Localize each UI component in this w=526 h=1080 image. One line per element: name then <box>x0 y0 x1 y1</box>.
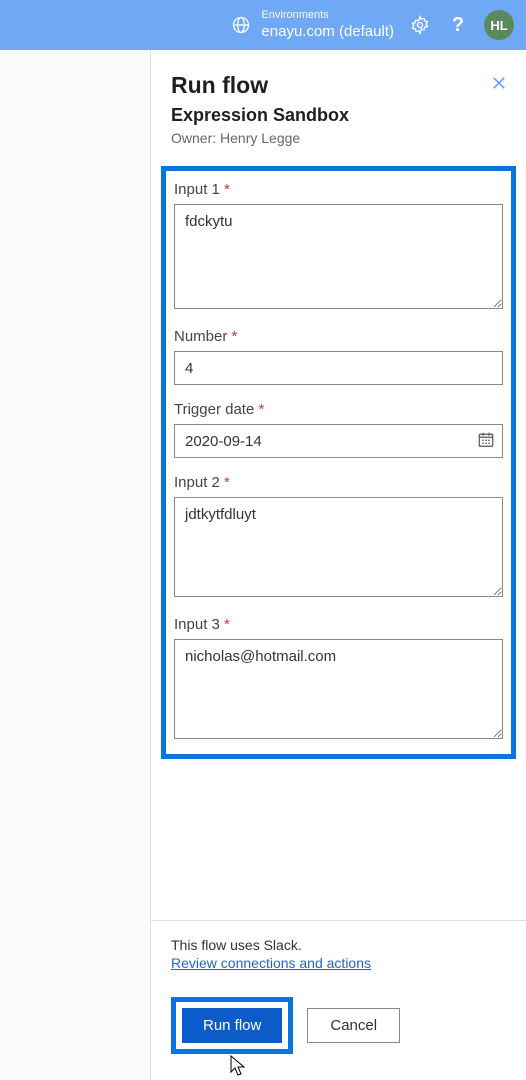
panel-title: Run flow <box>171 72 506 99</box>
run-flow-panel: Run flow Expression Sandbox Owner: Henry… <box>150 50 526 1080</box>
gear-icon <box>410 15 430 35</box>
review-connections-link[interactable]: Review connections and actions <box>171 955 371 971</box>
environment-icon <box>231 15 251 35</box>
flow-owner: Owner: Henry Legge <box>171 130 506 146</box>
field-input1: Input 1 * <box>174 181 503 312</box>
panel-footer: This flow uses Slack. Review connections… <box>151 920 526 1080</box>
field-input3: Input 3 * <box>174 616 503 742</box>
field-label-trigger-date: Trigger date * <box>174 401 503 418</box>
required-marker: * <box>224 616 230 633</box>
input1-textarea[interactable] <box>174 204 503 309</box>
run-flow-button[interactable]: Run flow <box>182 1008 282 1043</box>
panel-header: Run flow Expression Sandbox Owner: Henry… <box>151 50 526 156</box>
field-input2: Input 2 * <box>174 474 503 600</box>
field-label-number: Number * <box>174 328 503 345</box>
run-flow-highlight: Run flow <box>171 997 293 1054</box>
required-marker: * <box>224 181 230 198</box>
input3-textarea[interactable] <box>174 639 503 739</box>
avatar-initials: HL <box>490 18 507 33</box>
close-icon <box>490 74 508 92</box>
question-icon: ? <box>452 14 464 37</box>
field-label-input2: Input 2 * <box>174 474 503 491</box>
flow-name: Expression Sandbox <box>171 105 506 126</box>
field-trigger-date: Trigger date * <box>174 401 503 458</box>
panel-body: Input 1 * Number * Trigger date * <box>151 156 526 920</box>
number-input[interactable] <box>174 351 503 385</box>
help-button[interactable]: ? <box>446 13 470 37</box>
app-header: Environments enayu.com (default) ? HL <box>0 0 526 50</box>
user-avatar[interactable]: HL <box>484 10 514 40</box>
required-marker: * <box>259 401 265 418</box>
button-row: Run flow Cancel <box>171 997 506 1054</box>
field-label-input3: Input 3 * <box>174 616 503 633</box>
field-number: Number * <box>174 328 503 385</box>
field-label-input1: Input 1 * <box>174 181 503 198</box>
required-marker: * <box>232 328 238 345</box>
settings-button[interactable] <box>408 13 432 37</box>
environment-label: Environments <box>261 9 394 22</box>
inputs-highlight: Input 1 * Number * Trigger date * <box>161 166 516 759</box>
environment-picker[interactable]: Environments enayu.com (default) <box>231 9 394 40</box>
input2-textarea[interactable] <box>174 497 503 597</box>
cancel-button[interactable]: Cancel <box>307 1008 400 1043</box>
environment-name: enayu.com (default) <box>261 23 394 41</box>
trigger-date-input[interactable] <box>174 424 503 458</box>
required-marker: * <box>224 474 230 491</box>
uses-text: This flow uses Slack. <box>171 937 506 953</box>
close-button[interactable] <box>488 72 510 94</box>
